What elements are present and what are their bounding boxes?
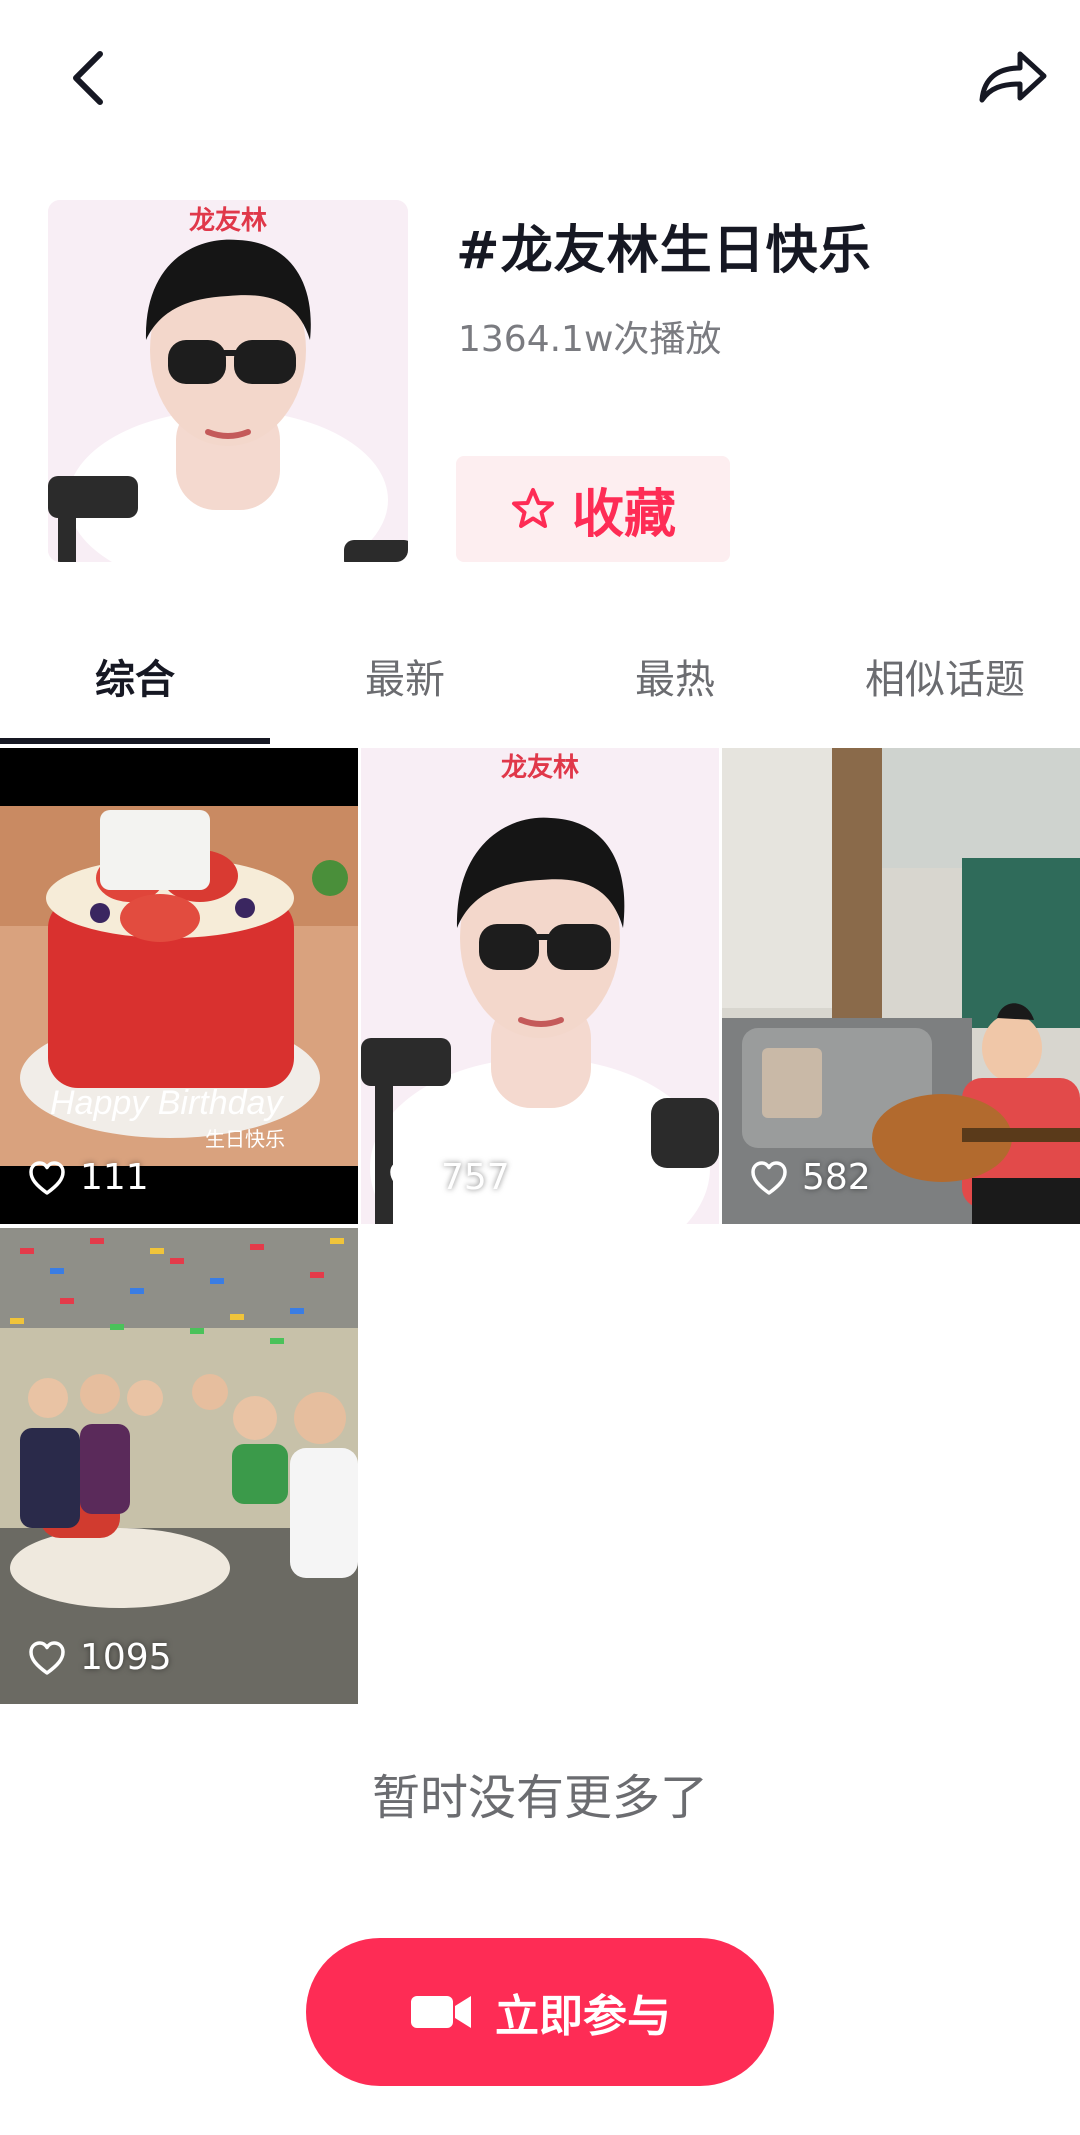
- share-arrow-icon: [979, 51, 1047, 103]
- chevron-left-icon: [73, 51, 103, 105]
- topic-title: #龙友林生日快乐: [456, 221, 872, 281]
- heart-outline-icon: [29, 1640, 65, 1675]
- svg-text:生日快乐: 生日快乐: [205, 1127, 285, 1151]
- like-count-value: 757: [441, 1157, 510, 1198]
- favorite-button[interactable]: 收藏: [456, 456, 730, 562]
- tab-comprehensive[interactable]: 综合: [0, 630, 270, 730]
- like-count-value: 111: [80, 1157, 149, 1198]
- star-outline-icon: [511, 488, 554, 528]
- like-count-value: 582: [802, 1157, 871, 1198]
- video-thumbnail: Happy Birthday 生日快乐: [0, 748, 358, 1224]
- topic-cover-image: 龙友林: [48, 200, 408, 562]
- svg-text:龙友林: 龙友林: [501, 753, 579, 783]
- video-thumbnail: [0, 1228, 358, 1704]
- heart-outline-icon: [751, 1160, 787, 1195]
- video-tile[interactable]: 龙友林 757: [361, 748, 719, 1224]
- active-tab-indicator: [0, 738, 270, 744]
- video-tile[interactable]: 1095: [0, 1228, 358, 1704]
- like-count: 757: [389, 1157, 510, 1198]
- topic-header: 龙友林 #龙友林生日快乐 1364.1w次播放 收藏: [0, 200, 1080, 570]
- tab-latest[interactable]: 最新: [270, 630, 540, 730]
- no-more-content-text: 暂时没有更多了: [371, 1770, 708, 1826]
- like-count: 1095: [28, 1637, 172, 1678]
- like-count-value: 1095: [80, 1637, 172, 1678]
- video-thumbnail: 龙友林: [361, 748, 719, 1224]
- join-now-button[interactable]: 立即参与: [306, 1938, 774, 2086]
- tab-hottest[interactable]: 最热: [540, 630, 810, 730]
- tab-bar: 综合 最新 最热 相似话题: [0, 630, 1080, 746]
- back-button[interactable]: [58, 38, 128, 118]
- like-count: 582: [750, 1157, 871, 1198]
- video-thumbnail: [722, 748, 1080, 1224]
- play-count: 1364.1w次播放: [458, 319, 722, 360]
- like-count: 111: [28, 1157, 149, 1198]
- share-button[interactable]: [972, 38, 1052, 118]
- tab-similar-topics[interactable]: 相似话题: [810, 630, 1080, 730]
- svg-text:Happy Birthday: Happy Birthday: [50, 1084, 284, 1122]
- video-camera-icon: [411, 1996, 471, 2028]
- heart-outline-icon: [390, 1160, 426, 1195]
- video-tile[interactable]: 582: [722, 748, 1080, 1224]
- cover-caption: 龙友林: [188, 206, 267, 236]
- join-now-label: 立即参与: [495, 1991, 671, 2042]
- heart-outline-icon: [29, 1160, 65, 1195]
- favorite-label: 收藏: [571, 484, 676, 545]
- top-bar: [0, 0, 1080, 160]
- video-tile[interactable]: Happy Birthday 生日快乐 111: [0, 748, 358, 1224]
